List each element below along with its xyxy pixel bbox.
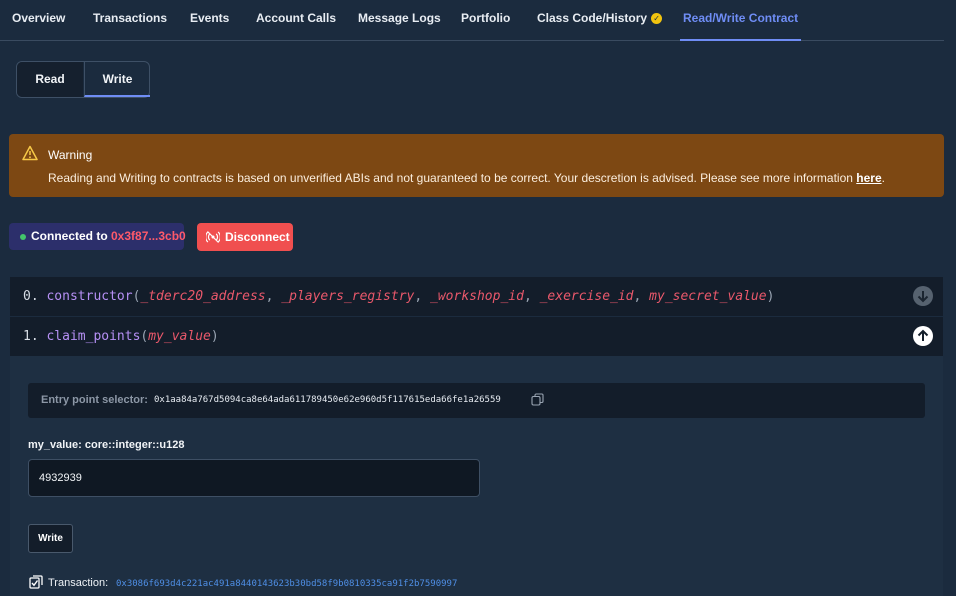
collapse-button[interactable] — [913, 326, 933, 346]
arrow-down-icon — [917, 291, 929, 303]
param-separator: , — [265, 289, 282, 304]
broadcast-off-icon — [206, 231, 220, 243]
transaction-label: Transaction: — [48, 577, 109, 589]
param-name: _tderc20_address — [140, 289, 266, 304]
param-separator: , — [523, 289, 540, 304]
tab-read-write-contract[interactable]: Read/Write Contract — [680, 0, 802, 41]
tab-message-logs[interactable]: Message Logs — [358, 0, 441, 41]
param-name: my_secret_value — [649, 289, 767, 304]
entry-point-selector: Entry point selector: 0x1aa84a767d5094ca… — [28, 383, 925, 418]
tab-portfolio[interactable]: Portfolio — [461, 0, 510, 41]
write-button[interactable]: Write — [28, 524, 73, 553]
warning-body: Reading and Writing to contracts is base… — [48, 171, 857, 185]
more-info-link[interactable]: here — [856, 171, 881, 185]
arrow-up-icon — [917, 329, 929, 341]
selector-label: Entry point selector: — [41, 394, 148, 406]
status-dot-icon — [20, 234, 26, 240]
connected-label: Connected to — [31, 229, 111, 243]
my-value-label: my_value: core::integer::u128 — [28, 439, 185, 451]
paren-close: ) — [210, 329, 219, 344]
warning-message: Reading and Writing to contracts is base… — [48, 171, 885, 185]
function-name: claim_points — [46, 329, 141, 344]
read-button[interactable]: Read — [17, 62, 83, 97]
expand-button[interactable] — [913, 286, 933, 306]
transaction-hash-link[interactable]: 0x3086f693d4c221ac491a8440143623b30bd58f… — [116, 579, 457, 589]
param-name: _players_registry — [281, 289, 415, 304]
warning-banner: Warning Reading and Writing to contracts… — [9, 134, 944, 197]
warning-triangle-icon — [22, 145, 38, 161]
warning-end: . — [881, 171, 885, 185]
tab-class-code-history[interactable]: Class Code/History ✓ — [537, 0, 663, 41]
function-name: constructor — [46, 289, 133, 304]
warning-title: Warning — [48, 148, 93, 162]
function-index: 1. — [23, 329, 39, 344]
disconnect-button[interactable]: Disconnect — [197, 223, 293, 251]
param-name: _workshop_id — [430, 289, 524, 304]
tab-label: Class Code/History — [537, 11, 648, 25]
my-value-input[interactable]: 4932939 — [28, 459, 480, 497]
paren-close: ) — [766, 289, 775, 304]
wallet-address: 0x3f87...3cb0 — [111, 229, 186, 243]
tab-events[interactable]: Events — [190, 0, 229, 41]
selector-value: 0x1aa84a767d5094ca8e64ada611789450e62e96… — [154, 395, 501, 405]
connected-badge: Connected to 0x3f87...3cb0 — [9, 223, 186, 250]
disconnect-label: Disconnect — [225, 230, 290, 244]
tab-overview[interactable]: Overview — [12, 0, 65, 41]
function-panel: Entry point selector: 0x1aa84a767d5094ca… — [10, 356, 943, 596]
check-circle-icon: ✓ — [651, 13, 663, 25]
param-separator: , — [633, 289, 650, 304]
copy-icon[interactable] — [531, 393, 544, 406]
param-name: _exercise_id — [539, 289, 634, 304]
tab-account-calls[interactable]: Account Calls — [256, 0, 336, 41]
tab-transactions[interactable]: Transactions — [93, 0, 167, 41]
tab-bar: Overview Transactions Events Account Cal… — [0, 0, 944, 41]
param-name: my_value — [148, 329, 211, 344]
read-write-toggle: Read Write — [16, 61, 150, 98]
function-row-claim-points[interactable]: 1. claim_points(my_value) — [10, 317, 943, 356]
transaction-check-icon — [29, 575, 43, 589]
function-index: 0. — [23, 289, 39, 304]
param-separator: , — [414, 289, 431, 304]
write-button-tab[interactable]: Write — [84, 62, 150, 97]
function-row-constructor[interactable]: 0. constructor(_tderc20_address, _player… — [10, 277, 943, 316]
